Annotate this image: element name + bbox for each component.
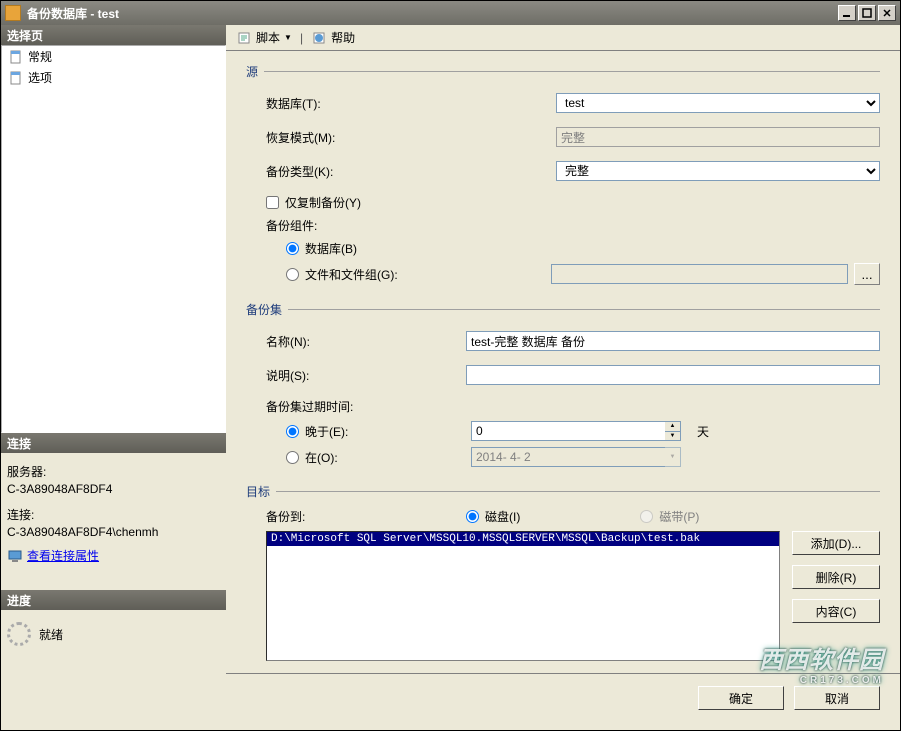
contents-button[interactable]: 内容(C): [792, 599, 880, 623]
recovery-mode-label: 恢复模式(M):: [266, 129, 556, 146]
dropdown-arrow-icon: ▼: [284, 33, 292, 42]
ok-button[interactable]: 确定: [698, 686, 784, 710]
disk-radio[interactable]: [466, 510, 479, 523]
component-filegroups-label: 文件和文件组(G):: [305, 266, 545, 283]
content-area: 源 数据库(T): test 恢复模式(M): 完整 备份: [226, 51, 900, 730]
script-label: 脚本: [256, 29, 280, 46]
page-icon: [8, 70, 24, 86]
spinner-up-icon[interactable]: ▲: [665, 422, 680, 432]
tape-radio: [640, 510, 653, 523]
source-legend: 源: [246, 63, 264, 80]
cancel-button[interactable]: 取消: [794, 686, 880, 710]
maximize-button[interactable]: [858, 5, 876, 21]
select-page-header: 选择页: [1, 25, 226, 45]
backup-type-label: 备份类型(K):: [266, 163, 556, 180]
expire-days-spinner[interactable]: ▲ ▼: [471, 421, 681, 441]
backup-component-label: 备份组件:: [266, 217, 880, 234]
page-icon: [8, 49, 24, 65]
backup-to-label: 备份到:: [266, 508, 466, 525]
copy-only-checkbox[interactable]: [266, 196, 279, 209]
disk-label: 磁盘(I): [485, 508, 520, 525]
expire-days-input[interactable]: [471, 421, 665, 441]
description-input[interactable]: [466, 365, 880, 385]
nav-list: 常规 选项: [1, 45, 226, 433]
component-filegroups-radio[interactable]: [286, 268, 299, 281]
close-button[interactable]: [878, 5, 896, 21]
app-icon: [5, 5, 21, 21]
progress-header: 进度: [1, 590, 226, 610]
name-input[interactable]: [466, 331, 880, 351]
help-button[interactable]: 帮助: [307, 27, 359, 48]
nav-item-label: 常规: [28, 48, 52, 65]
connection-label: 连接:: [7, 506, 220, 523]
database-label: 数据库(T):: [266, 95, 556, 112]
script-button[interactable]: 脚本 ▼: [232, 27, 296, 48]
link-label: 查看连接属性: [27, 547, 99, 564]
tape-label: 磁带(P): [659, 508, 699, 525]
server-value: C-3A89048AF8DF4: [7, 482, 220, 496]
recovery-mode-value: 完整: [556, 127, 880, 147]
description-label: 说明(S):: [266, 367, 466, 384]
date-dropdown-icon: ▼: [665, 448, 680, 466]
remove-button[interactable]: 删除(R): [792, 565, 880, 589]
component-database-radio[interactable]: [286, 242, 299, 255]
progress-section: 就绪: [1, 610, 226, 652]
nav-item-label: 选项: [28, 69, 52, 86]
minimize-button[interactable]: [838, 5, 856, 21]
expire-on-label: 在(O):: [305, 449, 465, 466]
progress-status: 就绪: [39, 626, 63, 643]
toolbar: 脚本 ▼ | 帮助: [226, 25, 900, 51]
window-title: 备份数据库 - test: [27, 5, 838, 22]
help-label: 帮助: [331, 29, 355, 46]
titlebar[interactable]: 备份数据库 - test: [1, 1, 900, 25]
nav-item-general[interactable]: 常规: [2, 46, 225, 67]
dialog-button-bar: 确定 取消: [226, 673, 900, 720]
progress-spinner-icon: [7, 622, 31, 646]
destination-path-item[interactable]: D:\Microsoft SQL Server\MSSQL10.MSSQLSER…: [267, 532, 779, 546]
database-select[interactable]: test: [556, 93, 880, 113]
right-panel: 脚本 ▼ | 帮助 源 数据库(T): test: [226, 25, 900, 730]
spinner-down-icon[interactable]: ▼: [665, 432, 680, 441]
dialog-window: 备份数据库 - test 选择页 常规 选项 连接 服务器:: [0, 0, 901, 731]
source-group: 源 数据库(T): test 恢复模式(M): 完整 备份: [246, 63, 880, 291]
connection-header: 连接: [1, 433, 226, 453]
destination-legend: 目标: [246, 483, 276, 500]
toolbar-separator: |: [300, 31, 303, 45]
add-button[interactable]: 添加(D)...: [792, 531, 880, 555]
expire-days-unit: 天: [697, 423, 709, 440]
connection-section: 服务器: C-3A89048AF8DF4 连接: C-3A89048AF8DF4…: [1, 453, 226, 570]
destination-listbox[interactable]: D:\Microsoft SQL Server\MSSQL10.MSSQLSER…: [266, 531, 780, 661]
component-database-label: 数据库(B): [305, 240, 357, 257]
expire-date-picker: ▼: [471, 447, 681, 467]
nav-item-options[interactable]: 选项: [2, 67, 225, 88]
copy-only-label: 仅复制备份(Y): [285, 194, 361, 211]
backup-type-select[interactable]: 完整: [556, 161, 880, 181]
filegroups-input: [551, 264, 848, 284]
name-label: 名称(N):: [266, 333, 466, 350]
destination-group: 目标 备份到: 磁盘(I) 磁带(P): [246, 483, 880, 661]
expire-date-input: [471, 447, 665, 467]
script-icon: [236, 30, 252, 46]
view-connection-properties-link[interactable]: 查看连接属性: [7, 547, 220, 564]
expire-label: 备份集过期时间:: [266, 398, 880, 415]
expire-after-radio[interactable]: [286, 425, 299, 438]
expire-after-label: 晚于(E):: [305, 423, 465, 440]
left-panel: 选择页 常规 选项 连接 服务器: C-3A89048AF8DF4 连接: C-…: [1, 25, 226, 730]
server-label: 服务器:: [7, 463, 220, 480]
filegroups-browse-button[interactable]: ...: [854, 263, 880, 285]
help-icon: [311, 30, 327, 46]
backup-set-group: 备份集 名称(N): 说明(S): 备份集过期时间:: [246, 301, 880, 473]
expire-on-radio[interactable]: [286, 451, 299, 464]
backup-set-legend: 备份集: [246, 301, 288, 318]
connection-value: C-3A89048AF8DF4\chenmh: [7, 525, 220, 539]
monitor-icon: [7, 548, 23, 564]
